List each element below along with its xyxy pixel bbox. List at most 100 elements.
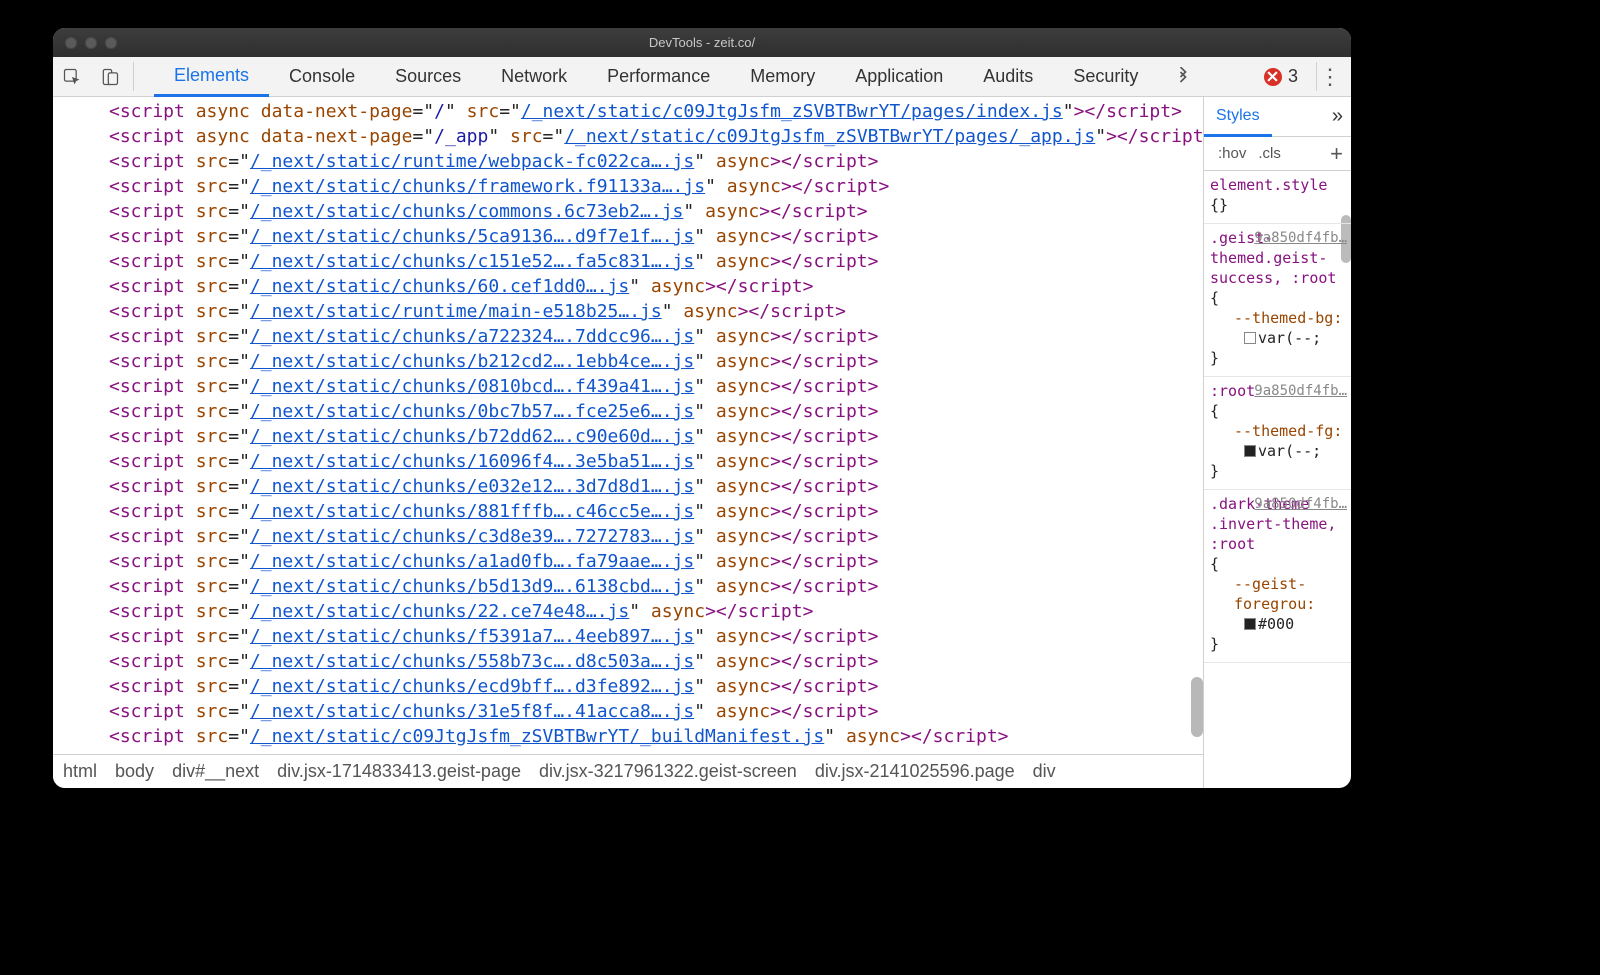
dom-node[interactable]: <script src="/_next/static/chunks/framew… bbox=[53, 174, 1203, 199]
src-link[interactable]: /_next/static/chunks/60.cef1dd0….js bbox=[250, 276, 629, 297]
side-tabs: Styles » bbox=[1204, 97, 1351, 137]
dom-node[interactable]: <script src="/_next/static/runtime/main-… bbox=[53, 299, 1203, 324]
dom-node[interactable]: <script src="/_next/static/chunks/common… bbox=[53, 199, 1203, 224]
src-link[interactable]: /_next/static/chunks/0810bcd….f439a41….j… bbox=[250, 376, 694, 397]
tab-console[interactable]: Console bbox=[269, 57, 375, 96]
src-link[interactable]: /_next/static/chunks/0bc7b57….fce25e6….j… bbox=[250, 401, 694, 422]
breadcrumb-item[interactable]: div.jsx-2141025596.page bbox=[815, 761, 1015, 782]
dom-node[interactable]: <script src="/_next/static/chunks/16096f… bbox=[53, 449, 1203, 474]
tab-audits[interactable]: Audits bbox=[963, 57, 1053, 96]
src-link[interactable]: /_next/static/chunks/558b73c….d8c503a….j… bbox=[250, 651, 694, 672]
tab-security[interactable]: Security bbox=[1053, 57, 1158, 96]
breadcrumb-item[interactable]: div bbox=[1033, 761, 1056, 782]
hov-toggle[interactable]: :hov bbox=[1212, 143, 1252, 164]
src-link[interactable]: /_next/static/chunks/31e5f8f….41acca8….j… bbox=[250, 701, 694, 722]
src-link[interactable]: /_next/static/c09JtgJsfm_zSVBTBwrYT/page… bbox=[521, 101, 1063, 122]
elements-tree[interactable]: <script async data-next-page="/" src="/_… bbox=[53, 97, 1203, 754]
tab-application[interactable]: Application bbox=[835, 57, 963, 96]
src-link[interactable]: /_next/static/chunks/5ca9136….d9f7e1f….j… bbox=[250, 226, 694, 247]
rule-source-link[interactable]: 9a850df4fb… bbox=[1254, 228, 1347, 248]
dom-node[interactable]: <script src="/_next/static/chunks/881fff… bbox=[53, 499, 1203, 524]
error-count: 3 bbox=[1288, 66, 1298, 87]
src-link[interactable]: /_next/static/chunks/a1ad0fb….fa79aae….j… bbox=[250, 551, 694, 572]
dom-node[interactable]: <script src="/_next/static/runtime/webpa… bbox=[53, 149, 1203, 174]
dom-node[interactable]: <script src="/_next/static/chunks/ecd9bf… bbox=[53, 674, 1203, 699]
dom-node[interactable]: <script async data-next-page="/_app" src… bbox=[53, 124, 1203, 149]
src-link[interactable]: /_next/static/chunks/f5391a7….4eeb897….j… bbox=[250, 626, 694, 647]
kebab-menu-icon[interactable]: ⋮ bbox=[1321, 57, 1351, 96]
vertical-scrollbar[interactable] bbox=[1191, 677, 1203, 737]
dom-node[interactable]: <script src="/_next/static/c09JtgJsfm_zS… bbox=[53, 724, 1203, 749]
src-link[interactable]: /_next/static/c09JtgJsfm_zSVBTBwrYT/_bui… bbox=[250, 726, 824, 747]
window-title: DevTools - zeit.co/ bbox=[53, 35, 1351, 50]
src-link[interactable]: /_next/static/runtime/main-e518b25….js bbox=[250, 301, 662, 322]
dom-node[interactable]: <script src="/_next/static/chunks/c151e5… bbox=[53, 249, 1203, 274]
dom-node[interactable]: <script src="/_next/static/chunks/c3d8e3… bbox=[53, 524, 1203, 549]
style-rule[interactable]: 9a850df4fb….dark-theme .invert-theme, :r… bbox=[1204, 490, 1351, 663]
dom-node[interactable]: <script src="/_next/static/chunks/b5d13d… bbox=[53, 574, 1203, 599]
style-rule[interactable]: 9a850df4fb….geist-themed.geist-success, … bbox=[1204, 224, 1351, 377]
src-link[interactable]: /_next/static/chunks/c151e52….fa5c831….j… bbox=[250, 251, 694, 272]
tab-styles[interactable]: Styles bbox=[1204, 97, 1272, 137]
src-link[interactable]: /_next/static/chunks/16096f4….3e5ba51….j… bbox=[250, 451, 694, 472]
src-link[interactable]: /_next/static/chunks/22.ce74e48….js bbox=[250, 601, 629, 622]
tab-network[interactable]: Network bbox=[481, 57, 587, 96]
dom-node[interactable]: <script src="/_next/static/chunks/0810bc… bbox=[53, 374, 1203, 399]
minimize-window-button[interactable] bbox=[85, 37, 97, 49]
tab-elements[interactable]: Elements bbox=[154, 58, 269, 97]
tab-sources[interactable]: Sources bbox=[375, 57, 481, 96]
src-link[interactable]: /_next/static/chunks/b212cd2….1ebb4ce….j… bbox=[250, 351, 694, 372]
dom-node[interactable]: <script src="/_next/static/chunks/f5391a… bbox=[53, 624, 1203, 649]
side-overflow-icon[interactable]: » bbox=[1272, 97, 1351, 136]
cls-toggle[interactable]: .cls bbox=[1252, 143, 1287, 164]
rule-source-link[interactable]: 9a850df4fb… bbox=[1254, 494, 1347, 514]
dom-node[interactable]: <script src="/_next/static/chunks/60.cef… bbox=[53, 274, 1203, 299]
src-link[interactable]: /_next/static/chunks/c3d8e39….7272783….j… bbox=[250, 526, 694, 547]
src-link[interactable]: /_next/static/chunks/e032e12….3d7d8d1….j… bbox=[250, 476, 694, 497]
error-badge-icon bbox=[1264, 68, 1282, 86]
panel-tabs: ElementsConsoleSourcesNetworkPerformance… bbox=[154, 57, 1158, 96]
rule-source-link[interactable]: 9a850df4fb… bbox=[1254, 381, 1347, 401]
dom-breadcrumbs: html body div#__next div.jsx-1714833413.gei… bbox=[53, 754, 1203, 788]
src-link[interactable]: /_next/static/chunks/framework.f91133a….… bbox=[250, 176, 705, 197]
dom-node[interactable]: <script src="/_next/static/chunks/0bc7b5… bbox=[53, 399, 1203, 424]
dom-node[interactable]: <script src="/_next/static/chunks/5ca913… bbox=[53, 224, 1203, 249]
src-link[interactable]: /_next/static/chunks/a722324….7ddcc96….j… bbox=[250, 326, 694, 347]
inspect-element-icon[interactable] bbox=[53, 57, 91, 96]
dom-node[interactable]: <script src="/_next/static/chunks/558b73… bbox=[53, 649, 1203, 674]
dom-node[interactable]: <script async data-next-page="/" src="/_… bbox=[53, 99, 1203, 124]
dom-node[interactable]: <script src="/_next/static/chunks/e032e1… bbox=[53, 474, 1203, 499]
dom-node[interactable]: <script src="/_next/static/chunks/22.ce7… bbox=[53, 599, 1203, 624]
src-link[interactable]: /_next/static/chunks/b72dd62….c90e60d….j… bbox=[250, 426, 694, 447]
device-toolbar-icon[interactable] bbox=[91, 57, 129, 96]
new-style-rule-icon[interactable]: + bbox=[1330, 141, 1343, 167]
devtools-window: DevTools - zeit.co/ ElementsConsoleSourc… bbox=[53, 28, 1351, 788]
src-link[interactable]: /_next/static/chunks/ecd9bff….d3fe892….j… bbox=[250, 676, 694, 697]
src-link[interactable]: /_next/static/c09JtgJsfm_zSVBTBwrYT/page… bbox=[564, 126, 1095, 147]
dom-node[interactable]: <script src="/_next/static/chunks/a1ad0f… bbox=[53, 549, 1203, 574]
breadcrumb-item[interactable]: body bbox=[115, 761, 154, 782]
close-window-button[interactable] bbox=[65, 37, 77, 49]
style-rule[interactable]: 9a850df4fb…:root{--themed-fg:var(--;} bbox=[1204, 377, 1351, 490]
styles-controls: :hov .cls + bbox=[1204, 137, 1351, 171]
breadcrumb-item[interactable]: html bbox=[63, 761, 97, 782]
dom-node[interactable]: <script src="/_next/static/chunks/31e5f8… bbox=[53, 699, 1203, 724]
breadcrumb-item[interactable]: div.jsx-3217961322.geist-screen bbox=[539, 761, 797, 782]
src-link[interactable]: /_next/static/chunks/commons.6c73eb2….js bbox=[250, 201, 683, 222]
breadcrumb-item[interactable]: div#__next bbox=[172, 761, 259, 782]
style-rules[interactable]: element.style{}9a850df4fb….geist-themed.… bbox=[1204, 171, 1351, 788]
src-link[interactable]: /_next/static/chunks/881fffb….c46cc5e….j… bbox=[250, 501, 694, 522]
dom-node[interactable]: <script src="/_next/static/chunks/a72232… bbox=[53, 324, 1203, 349]
src-link[interactable]: /_next/static/runtime/webpack-fc022ca….j… bbox=[250, 151, 694, 172]
overflow-tabs-icon[interactable] bbox=[1164, 57, 1202, 96]
dom-node[interactable]: <script src="/_next/static/chunks/b212cd… bbox=[53, 349, 1203, 374]
traffic-lights bbox=[65, 37, 117, 49]
src-link[interactable]: /_next/static/chunks/b5d13d9….6138cbd….j… bbox=[250, 576, 694, 597]
tab-memory[interactable]: Memory bbox=[730, 57, 835, 96]
dom-node[interactable]: <script src="/_next/static/chunks/b72dd6… bbox=[53, 424, 1203, 449]
zoom-window-button[interactable] bbox=[105, 37, 117, 49]
breadcrumb-item[interactable]: div.jsx-1714833413.geist-page bbox=[277, 761, 521, 782]
style-rule[interactable]: element.style{} bbox=[1204, 171, 1351, 224]
error-counter[interactable]: 3 bbox=[1250, 57, 1312, 96]
tab-performance[interactable]: Performance bbox=[587, 57, 730, 96]
